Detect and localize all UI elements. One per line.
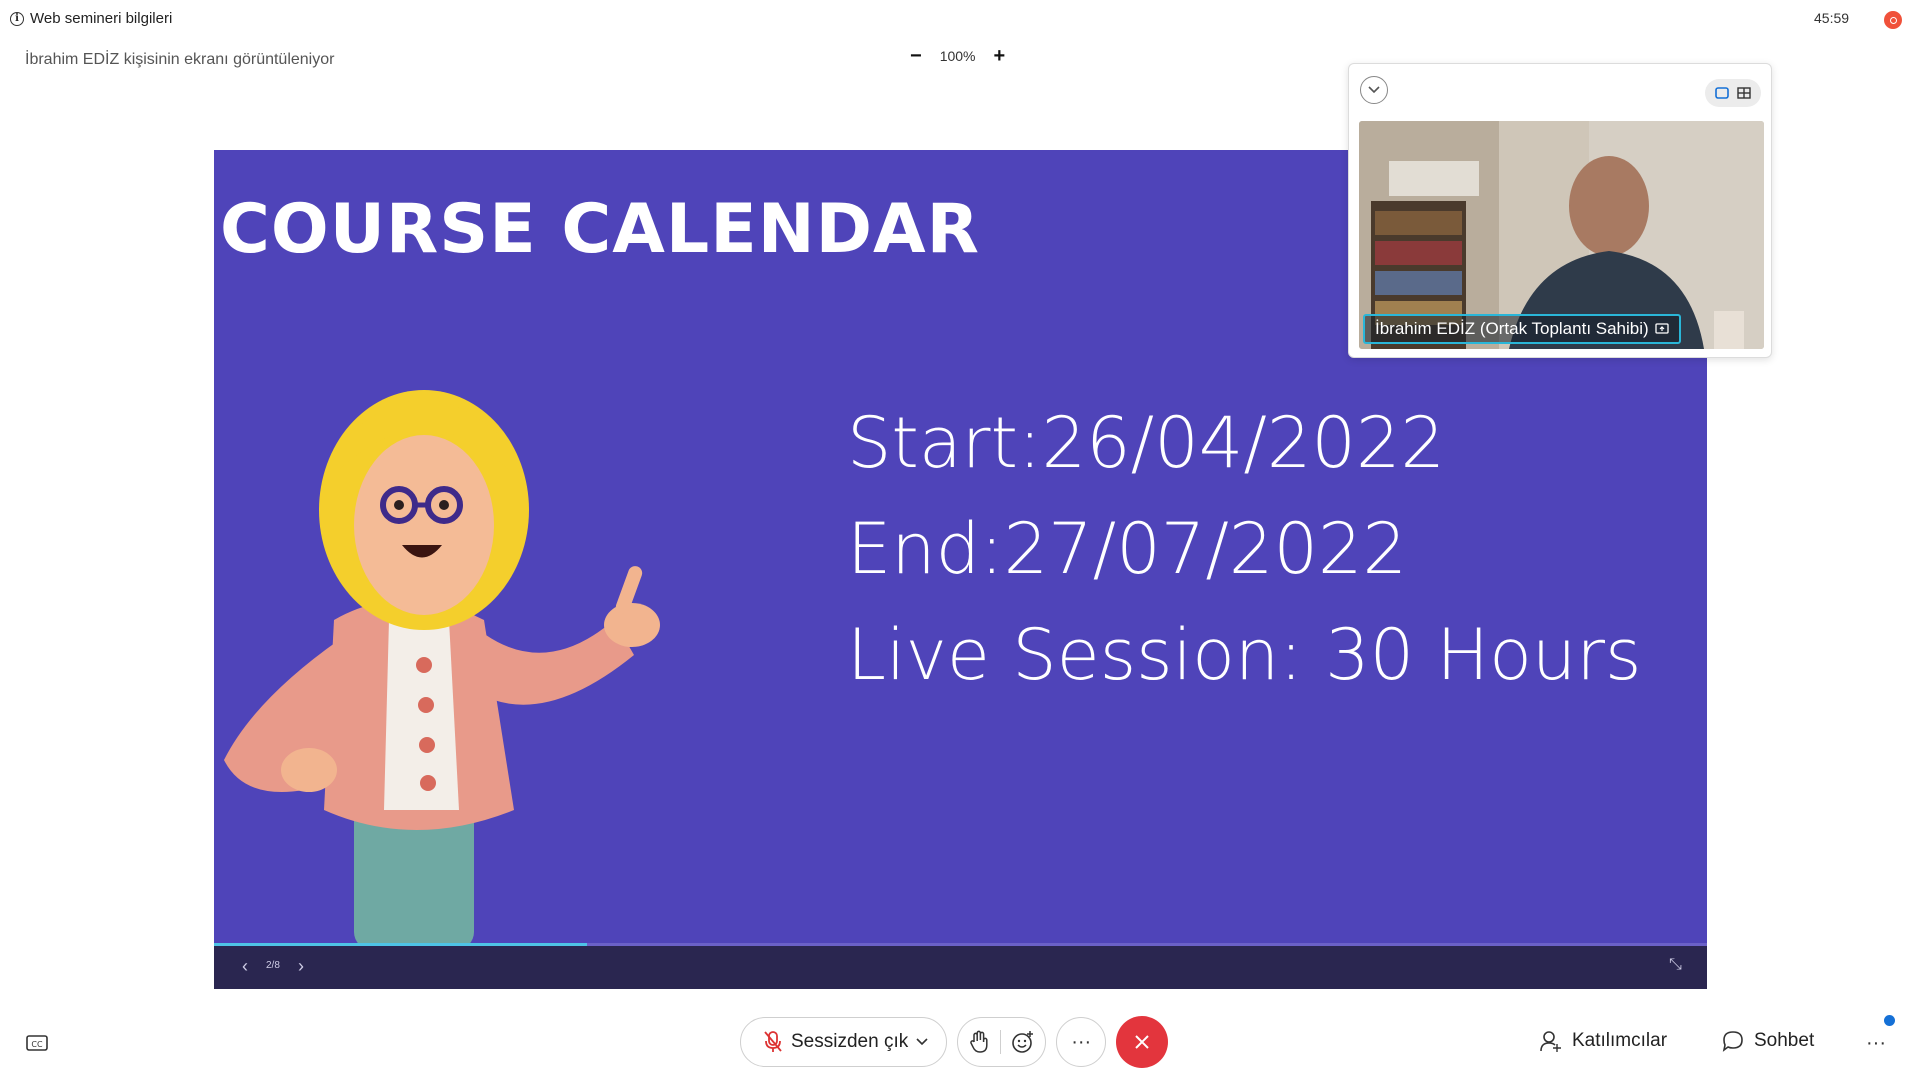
more-options-button[interactable]: ··· [1056, 1017, 1107, 1067]
single-view-icon[interactable] [1711, 82, 1733, 104]
participants-label: Katılımcılar [1572, 1030, 1668, 1051]
more-panel-options-button[interactable]: ··· [1866, 1032, 1886, 1055]
chat-icon [1722, 1031, 1743, 1052]
grid-view-icon[interactable] [1733, 82, 1755, 104]
notification-dot [1884, 1015, 1895, 1026]
meeting-timer: 45:59 [1814, 10, 1850, 26]
zoom-controls: − 100% + [910, 46, 1006, 66]
slide-line-end: End:27/07/2022 [847, 508, 1408, 590]
collapse-chevron-icon[interactable] [1360, 76, 1388, 104]
shrink-icon[interactable]: ⤡ [1669, 956, 1682, 974]
screen-share-status: İbrahim EDİZ kişisinin ekranı görüntülen… [25, 51, 335, 68]
screen-share-icon [1655, 323, 1669, 334]
chevron-down-icon[interactable] [916, 1038, 928, 1046]
previous-slide-button[interactable]: ‹ [242, 956, 248, 977]
zoom-in-button[interactable]: + [994, 46, 1006, 66]
webinar-info-label: Web semineri bilgileri [30, 10, 173, 27]
next-slide-button[interactable]: › [298, 956, 304, 977]
webinar-info-button[interactable]: i Web semineri bilgileri [10, 10, 172, 27]
slide-title: COURSE CALENDAR [220, 190, 981, 269]
slide-body: Start:26/04/2022 End:27/07/2022 Live Ses… [847, 390, 1642, 708]
participants-icon [1540, 1031, 1561, 1052]
participants-button[interactable]: Katılımcılar [1540, 1030, 1667, 1052]
top-bar: i Web semineri bilgileri 45:59 [0, 0, 1920, 40]
info-icon: i [10, 11, 24, 26]
slide-line-live-session: Live Session: 30 Hours [847, 614, 1642, 696]
close-icon [1135, 1035, 1149, 1049]
slide-line-start: Start:26/04/2022 [847, 402, 1446, 484]
chat-label: Sohbet [1754, 1030, 1815, 1051]
closed-caption-icon[interactable]: CC [26, 1035, 48, 1058]
leave-meeting-button[interactable] [1116, 1016, 1169, 1068]
raise-hand-icon[interactable] [968, 1030, 990, 1054]
unmute-button[interactable]: Sessizden çık [740, 1017, 948, 1067]
record-icon[interactable] [1884, 11, 1902, 29]
microphone-muted-icon [764, 1031, 782, 1052]
layout-toggle [1705, 79, 1761, 107]
participant-name: İbrahim EDİZ (Ortak Toplantı Sahibi) [1375, 319, 1649, 338]
reaction-icon[interactable] [1011, 1030, 1035, 1054]
slide-page-indicator: 2/8 [266, 960, 280, 971]
cartoon-presenter-illustration [224, 390, 660, 950]
participant-video[interactable]: İbrahim EDİZ (Ortak Toplantı Sahibi) [1359, 121, 1764, 349]
participant-name-tag: İbrahim EDİZ (Ortak Toplantı Sahibi) [1363, 314, 1681, 344]
meeting-controls: Sessizden çık ··· [740, 1016, 1169, 1068]
svg-text:CC: CC [31, 1040, 43, 1049]
zoom-level: 100% [939, 48, 976, 64]
reactions-group [957, 1017, 1047, 1067]
divider [1000, 1030, 1002, 1054]
slide-controls: ‹ 2/8 › ⤡ [214, 946, 1707, 989]
zoom-out-button[interactable]: − [910, 46, 922, 66]
unmute-label: Sessizden çık [791, 1031, 909, 1052]
video-panel: İbrahim EDİZ (Ortak Toplantı Sahibi) [1348, 63, 1772, 358]
chat-button[interactable]: Sohbet [1722, 1030, 1814, 1052]
